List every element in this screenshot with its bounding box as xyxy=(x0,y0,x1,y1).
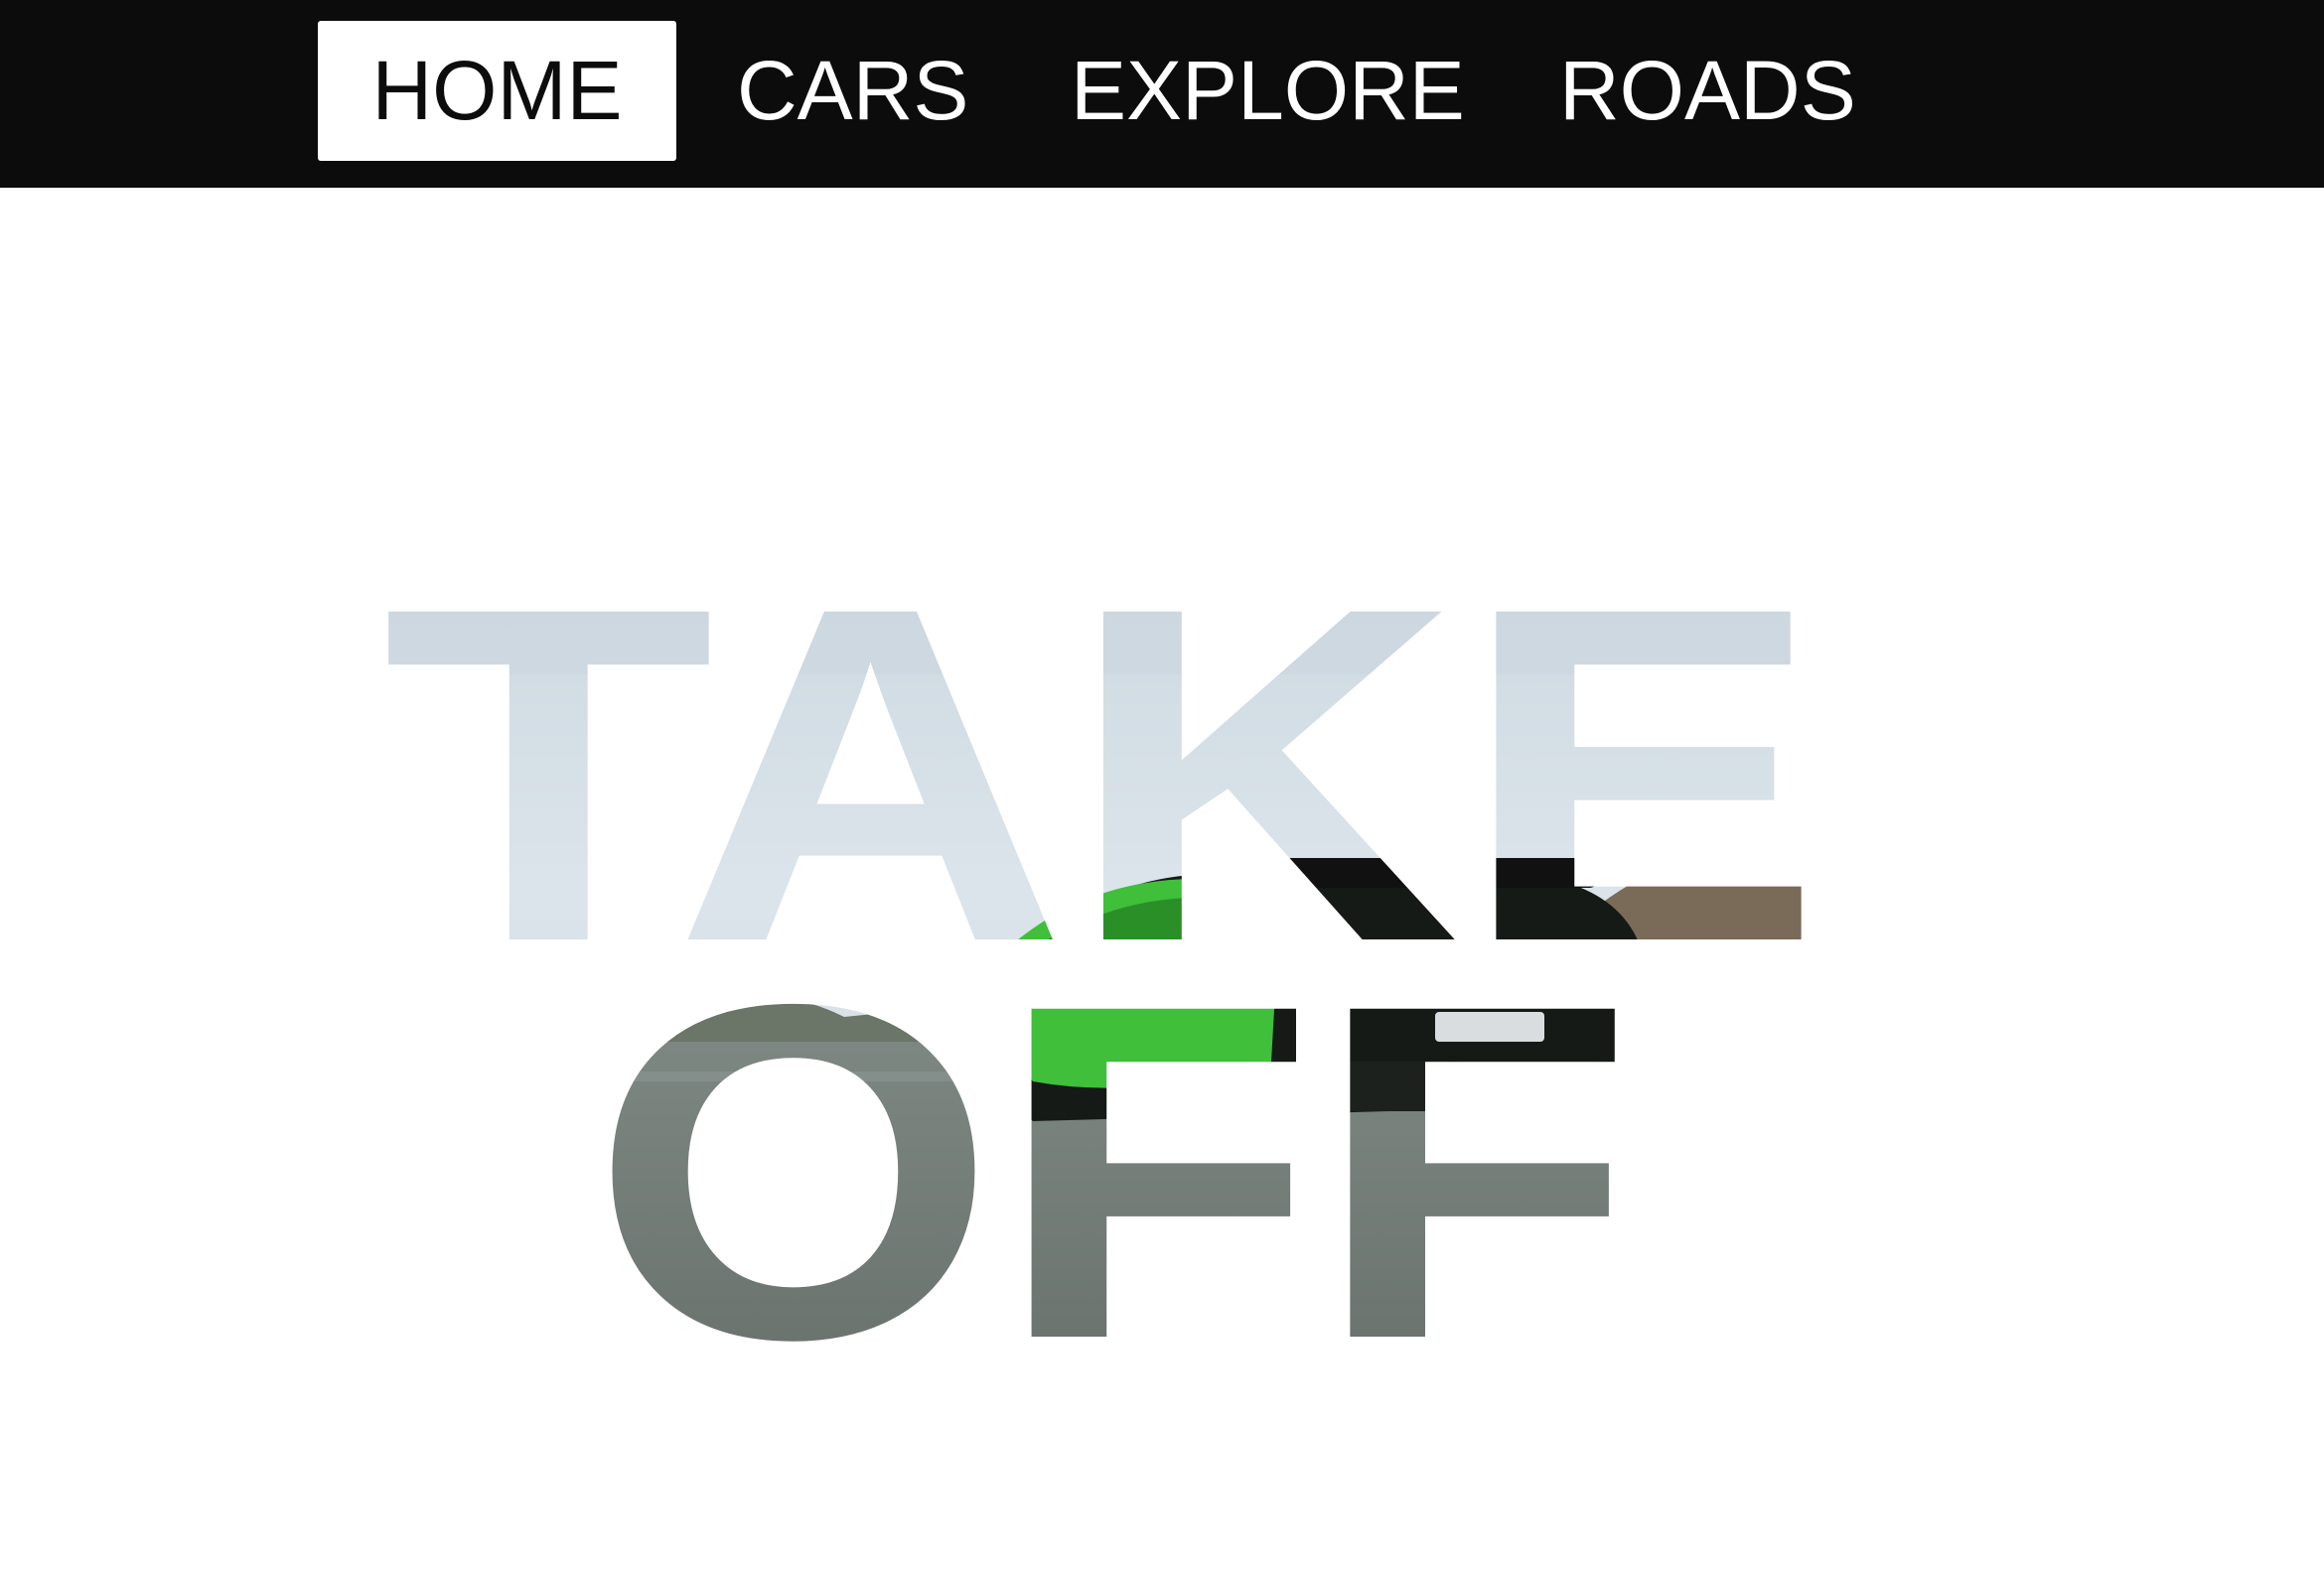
nav-item-roads[interactable]: ROADS xyxy=(1559,21,1856,161)
nav-item-explore[interactable]: EXPLORE xyxy=(1071,21,1465,161)
video-still-image xyxy=(382,507,1822,1438)
nav-item-home[interactable]: HOME xyxy=(318,21,676,161)
top-navigation-bar: HOME CARS EXPLORE ROADS xyxy=(0,0,2324,188)
hero-section: TAKE OFF xyxy=(0,188,2324,1573)
nav-item-cars[interactable]: CARS xyxy=(737,21,968,161)
hero-text-graphic: TAKE OFF xyxy=(382,507,1822,1438)
